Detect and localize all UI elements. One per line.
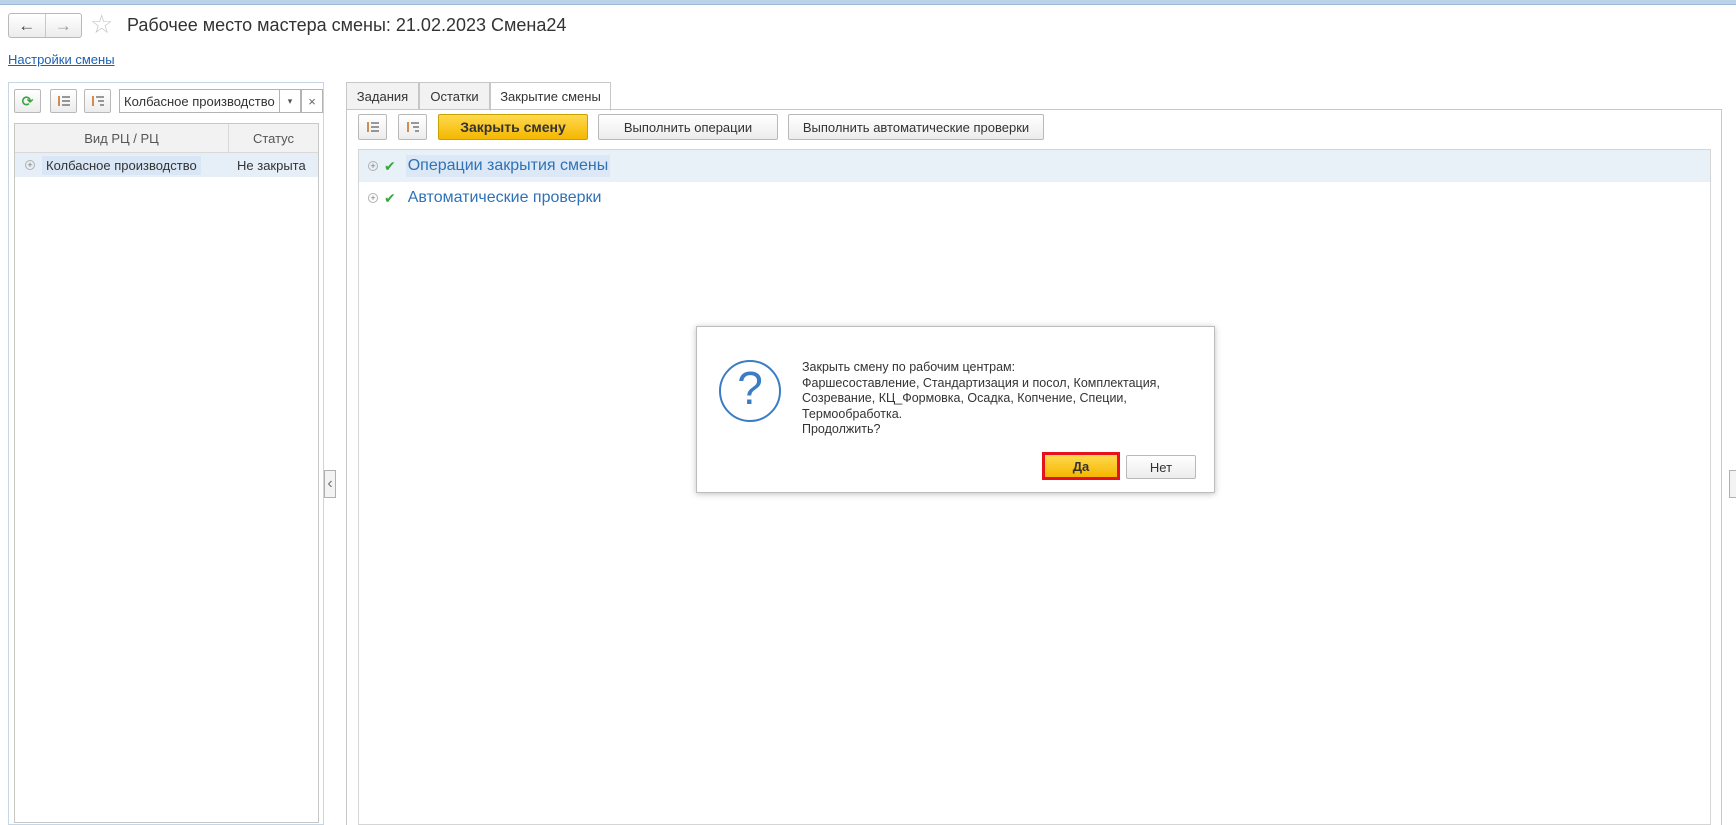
expand-list-icon: [366, 122, 379, 132]
collapse-all-tree-button[interactable]: [398, 114, 427, 140]
chevron-left-icon: ‹: [327, 475, 333, 492]
tree-row[interactable]: + ✔ Операции закрытия смены: [359, 150, 1710, 182]
collapse-list-icon: [406, 122, 419, 132]
tab-balances[interactable]: Остатки: [419, 82, 490, 110]
no-button[interactable]: Нет: [1126, 455, 1196, 479]
expand-icon[interactable]: +: [25, 160, 35, 170]
column-header-status[interactable]: Статус: [229, 124, 318, 152]
tab-shift-closing[interactable]: Закрытие смены: [490, 82, 611, 111]
dialog-message-line: Закрыть смену по рабочим центрам:: [802, 360, 1016, 374]
tree-row[interactable]: + ✔ Автоматические проверки: [359, 182, 1710, 214]
expand-icon[interactable]: +: [368, 193, 378, 203]
column-header-type[interactable]: Вид РЦ / РЦ: [15, 124, 229, 152]
navigation-buttons: ← →: [8, 13, 82, 38]
row-name: Колбасное производство: [42, 155, 201, 175]
right-panel-handle[interactable]: [1729, 470, 1736, 498]
refresh-button[interactable]: ⟳: [14, 89, 41, 113]
dialog-message-line: Продолжить?: [802, 422, 881, 436]
tree-row-label: Операции закрытия смены: [405, 155, 611, 177]
collapse-panel-handle[interactable]: ‹: [324, 470, 336, 498]
table-row[interactable]: + Колбасное производство Не закрыта: [15, 153, 318, 177]
checkmark-icon: ✔: [384, 189, 396, 206]
favorite-star-icon[interactable]: ☆: [90, 11, 113, 37]
row-status: Не закрыта: [237, 157, 306, 173]
close-shift-button[interactable]: Закрыть смену: [438, 114, 588, 140]
tree-row-label: Автоматические проверки: [407, 189, 602, 206]
expand-all-button[interactable]: [50, 89, 77, 113]
tab-tasks[interactable]: Задания: [346, 82, 419, 110]
shift-settings-link[interactable]: Настройки смены: [8, 52, 115, 67]
production-filter-field[interactable]: Колбасное производство: [119, 89, 291, 113]
page-title: Рабочее место мастера смены: 21.02.2023 …: [127, 15, 567, 35]
chevron-down-icon[interactable]: ▾: [279, 89, 301, 113]
dialog-message: Закрыть смену по рабочим центрам: Фаршес…: [802, 360, 1202, 438]
expand-all-tree-button[interactable]: [358, 114, 387, 140]
forward-arrow-icon[interactable]: →: [44, 14, 82, 37]
run-auto-checks-button[interactable]: Выполнить автоматические проверки: [788, 114, 1044, 140]
work-center-table: Вид РЦ / РЦ Статус + Колбасное производс…: [14, 123, 319, 823]
window-top-strip: [0, 0, 1736, 5]
checkmark-icon: ✔: [384, 157, 396, 174]
refresh-icon: ⟳: [21, 92, 34, 109]
dialog-message-line: Созревание, КЦ_Формовка, Осадка, Копчени…: [802, 391, 1127, 405]
dialog-message-line: Фаршесоставление, Стандартизация и посол…: [802, 375, 1160, 390]
work-center-panel: ⟳ Колбасное производство ▾ × Вид РЦ / РЦ…: [8, 82, 324, 825]
collapse-all-button[interactable]: [84, 89, 111, 113]
run-operations-button[interactable]: Выполнить операции: [598, 114, 778, 140]
table-header: Вид РЦ / РЦ Статус: [15, 124, 318, 153]
expand-list-icon: [57, 96, 70, 106]
question-icon: ?: [719, 360, 781, 422]
confirm-dialog: ? Закрыть смену по рабочим центрам: Фарш…: [696, 326, 1215, 493]
clear-icon[interactable]: ×: [301, 89, 323, 113]
expand-icon[interactable]: +: [368, 161, 378, 171]
dialog-message-line: Термообработка.: [802, 406, 903, 421]
collapse-list-icon: [91, 96, 104, 106]
yes-button[interactable]: Да: [1042, 452, 1120, 480]
back-arrow-icon[interactable]: ←: [9, 14, 45, 37]
